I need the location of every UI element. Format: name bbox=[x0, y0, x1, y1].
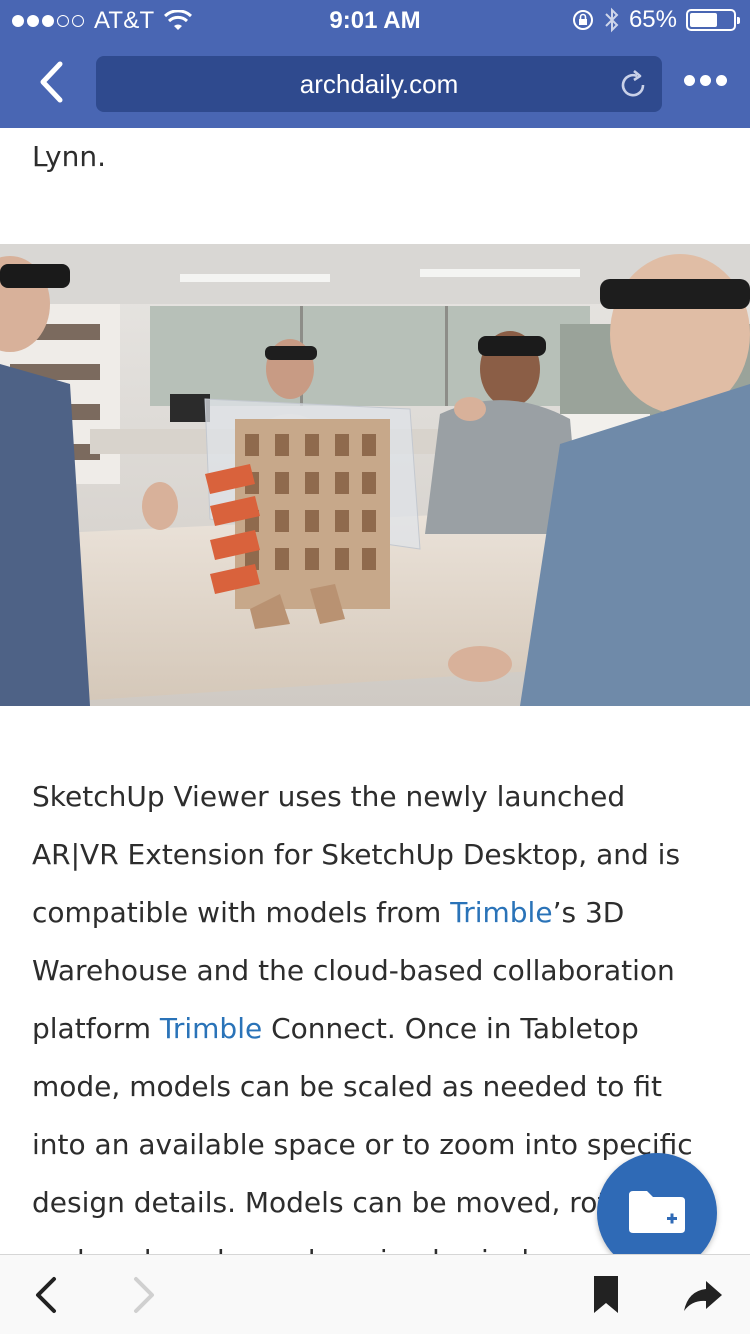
toolbar-forward-button[interactable] bbox=[122, 1273, 166, 1317]
battery-percent: 65% bbox=[628, 6, 677, 33]
address-bar[interactable]: archdaily.com bbox=[96, 56, 662, 112]
status-right: 65% bbox=[571, 6, 740, 34]
status-left: AT&T bbox=[12, 7, 193, 35]
browser-toolbar bbox=[0, 1254, 750, 1334]
back-chevron-icon bbox=[40, 61, 63, 103]
battery-level-fill bbox=[690, 13, 718, 27]
bluetooth-icon bbox=[605, 7, 619, 33]
more-dots-icon bbox=[684, 74, 695, 86]
url-text: archdaily.com bbox=[299, 69, 459, 99]
toolbar-back-button[interactable] bbox=[24, 1273, 68, 1317]
article-photo bbox=[0, 244, 750, 706]
battery-icon bbox=[686, 9, 740, 31]
body-text-3: Connect. Once in Tabletop mode, models c… bbox=[32, 1012, 693, 1254]
back-arrow-icon bbox=[36, 1277, 56, 1313]
lock-rotation-icon bbox=[572, 10, 593, 30]
browser-header: AT&T 9:01 AM 65% archdaily.com bbox=[0, 0, 750, 128]
share-icon bbox=[684, 1281, 722, 1311]
status-bar: AT&T 9:01 AM 65% bbox=[0, 0, 750, 40]
reload-icon bbox=[621, 70, 645, 97]
trimble-link-2[interactable]: Trimble bbox=[160, 1012, 262, 1045]
article-content: Lynn. SketchUp Viewer uses the newly lau… bbox=[0, 128, 750, 1254]
signal-dots-icon bbox=[12, 15, 84, 27]
add-to-folder-icon bbox=[629, 1191, 685, 1233]
bookmark-icon bbox=[594, 1276, 618, 1313]
reload-button[interactable] bbox=[616, 68, 650, 102]
url-bar-row: archdaily.com bbox=[0, 48, 750, 120]
forward-arrow-icon bbox=[134, 1277, 154, 1313]
toolbar-share-button[interactable] bbox=[680, 1273, 724, 1317]
browser-back-button[interactable] bbox=[30, 60, 74, 104]
toolbar-bookmark-button[interactable] bbox=[584, 1273, 628, 1317]
ar-hologram-building-photo bbox=[0, 244, 750, 706]
more-options-button[interactable] bbox=[684, 70, 728, 90]
carrier-name: AT&T bbox=[94, 7, 155, 34]
trimble-link-1[interactable]: Trimble bbox=[450, 896, 552, 929]
intro-paragraph-tail: Lynn. bbox=[32, 140, 106, 173]
wifi-icon bbox=[164, 10, 193, 30]
